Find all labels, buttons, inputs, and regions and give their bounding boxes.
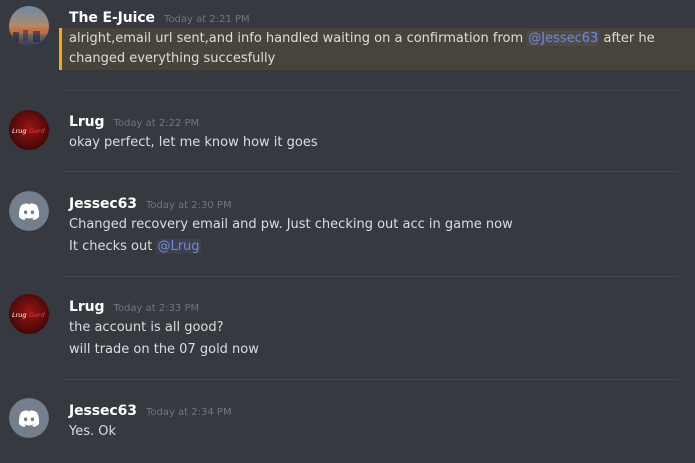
- message-header: Lrug Today at 2:22 PM: [69, 111, 199, 130]
- chat-messages: The E-Juice Today at 2:21 PM alright,ema…: [0, 0, 695, 463]
- photo-avatar-icon: [9, 6, 49, 46]
- svg-text:Lrug: Lrug: [12, 127, 27, 135]
- svg-text:Lrug: Lrug: [12, 311, 27, 319]
- user-mention[interactable]: @Jessec63: [527, 31, 600, 46]
- username[interactable]: Lrug: [69, 299, 105, 315]
- message-divider: [63, 276, 679, 277]
- avatar[interactable]: Lrug Gord: [9, 110, 49, 150]
- timestamp[interactable]: Today at 2:33 PM: [114, 303, 200, 314]
- message-divider: [63, 90, 679, 91]
- username[interactable]: The E-Juice: [69, 10, 155, 26]
- message-text: Changed recovery email and pw. Just chec…: [69, 217, 513, 232]
- svg-text:Gord: Gord: [29, 127, 46, 135]
- message-text: the account is all good?: [69, 320, 224, 335]
- message-header: The E-Juice Today at 2:21 PM: [69, 7, 250, 26]
- timestamp[interactable]: Today at 2:22 PM: [114, 118, 200, 129]
- message-text: changed everything succesfully: [69, 51, 276, 66]
- discord-logo-icon: [9, 191, 49, 231]
- message-divider: [63, 171, 679, 172]
- message-header: Jessec63 Today at 2:34 PM: [69, 400, 232, 419]
- avatar[interactable]: [9, 6, 49, 46]
- timestamp[interactable]: Today at 2:21 PM: [164, 14, 250, 25]
- message-header: Lrug Today at 2:33 PM: [69, 296, 199, 315]
- message-text: alright,email url sent,and info handled …: [69, 31, 655, 46]
- avatar[interactable]: [9, 398, 49, 438]
- lrug-avatar-icon: Lrug Gord: [9, 110, 49, 150]
- avatar[interactable]: [9, 191, 49, 231]
- discord-logo-icon: [9, 398, 49, 438]
- mention-highlight: alright,email url sent,and info handled …: [59, 28, 695, 70]
- user-mention[interactable]: @Lrug: [156, 239, 201, 254]
- avatar[interactable]: Lrug Gord: [9, 294, 49, 334]
- svg-text:Gord: Gord: [29, 311, 46, 319]
- lrug-avatar-icon: Lrug Gord: [9, 294, 49, 334]
- timestamp[interactable]: Today at 2:30 PM: [146, 200, 232, 211]
- message-divider: [63, 379, 679, 380]
- timestamp[interactable]: Today at 2:34 PM: [146, 407, 232, 418]
- message-header: Jessec63 Today at 2:30 PM: [69, 193, 232, 212]
- username[interactable]: Jessec63: [69, 196, 137, 212]
- message-text: It checks out @Lrug: [69, 239, 201, 254]
- message-text: okay perfect, let me know how it goes: [69, 135, 318, 150]
- username[interactable]: Jessec63: [69, 403, 137, 419]
- message-text: Yes. Ok: [69, 424, 117, 439]
- username[interactable]: Lrug: [69, 114, 105, 130]
- message-text: will trade on the 07 gold now: [69, 342, 259, 357]
